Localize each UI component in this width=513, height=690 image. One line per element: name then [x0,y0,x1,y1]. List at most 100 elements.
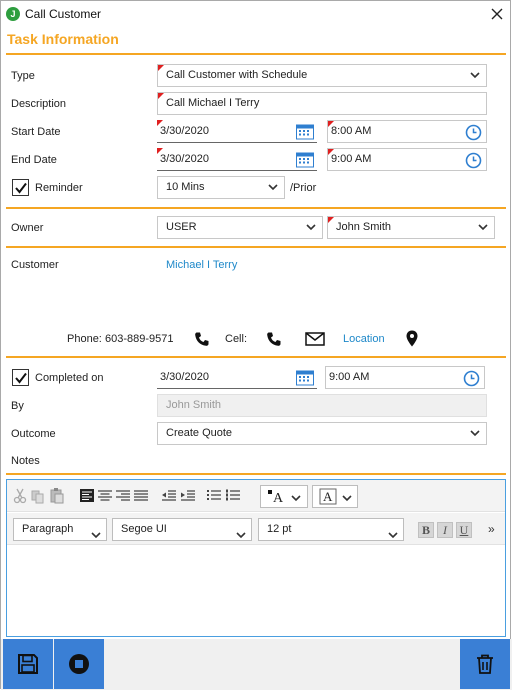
editor-toolbar-row-2: Paragraph Segoe UI 12 pt B I U » [7,513,505,545]
owner-label: Owner [11,222,44,234]
divider [6,473,506,475]
clock-icon[interactable] [465,152,482,172]
chevron-down-icon [469,423,481,444]
chevron-down-icon [91,526,101,547]
cell-label: Cell: [225,333,248,345]
indent-icon[interactable] [180,485,196,507]
by-value: John Smith [166,399,222,411]
cut-icon[interactable] [13,485,27,507]
start-time-input[interactable]: 8:00 AM [327,120,487,143]
italic-button[interactable]: I [437,522,453,538]
owner-type-value: USER [166,221,197,233]
paste-icon[interactable] [50,485,64,507]
customer-name-link[interactable]: Michael I Terry [166,259,237,271]
underline-button[interactable]: U [456,522,472,538]
notes-text-area[interactable] [7,546,505,636]
location-link[interactable]: Location [343,333,385,345]
mail-icon[interactable] [305,332,325,349]
app-logo: J [6,7,20,21]
reminder-checkbox[interactable] [12,179,29,196]
save-button[interactable] [3,639,53,689]
font-color-button[interactable]: A [260,485,308,508]
font-size-value: 12 pt [267,523,292,535]
bullet-list-icon[interactable] [206,485,222,507]
outcome-dropdown[interactable]: Create Quote [157,422,487,445]
paragraph-style-dropdown[interactable]: Paragraph [13,518,107,541]
by-input: John Smith [157,394,487,417]
end-date-label: End Date [11,154,57,166]
end-date-value: 3/30/2020 [160,153,209,165]
phone-icon[interactable] [266,331,282,350]
align-center-icon[interactable] [97,485,113,507]
reminder-suffix: /Prior [290,182,317,194]
calendar-icon[interactable] [296,369,314,389]
start-date-label: Start Date [11,126,61,138]
start-time-value: 8:00 AM [331,125,372,137]
type-value: Call Customer with Schedule [166,69,308,81]
outcome-label: Outcome [11,428,56,440]
owner-type-dropdown[interactable]: USER [157,216,323,239]
stop-button[interactable] [54,639,104,689]
divider [6,53,506,55]
copy-icon[interactable] [31,485,45,507]
notes-label: Notes [11,455,40,467]
font-color-icon: A [267,488,287,509]
chevron-down-icon [388,526,398,547]
more-tools-button[interactable]: » [488,522,495,536]
highlight-color-button[interactable]: A [312,485,358,508]
type-dropdown[interactable]: Call Customer with Schedule [157,64,487,87]
divider [6,246,506,248]
start-date-input[interactable]: 3/30/2020 [157,120,317,143]
chevron-down-icon [305,217,317,238]
calendar-icon[interactable] [296,123,314,143]
justify-icon[interactable] [133,485,149,507]
end-time-input[interactable]: 9:00 AM [327,148,487,171]
svg-text:A: A [323,489,333,504]
completed-time-input[interactable]: 9:00 AM [325,366,485,389]
calendar-icon[interactable] [296,151,314,171]
section-title: Task Information [7,31,119,47]
description-label: Description [11,98,67,110]
checkmark-icon [15,372,27,384]
task-dialog: J Call Customer Task Information Type Ca… [0,0,512,690]
completed-date-value: 3/30/2020 [160,371,209,383]
completed-checkbox[interactable] [12,369,29,386]
chevron-down-icon [477,217,489,238]
outcome-value: Create Quote [166,427,233,439]
start-date-value: 3/30/2020 [160,125,209,137]
phone-icon[interactable] [194,331,210,350]
clock-icon[interactable] [463,370,480,390]
title-bar: J Call Customer [1,1,512,27]
numbered-list-icon[interactable] [225,485,241,507]
phone-value: 603-889-9571 [105,333,174,345]
window-title: Call Customer [25,7,102,21]
align-left-icon[interactable] [79,485,95,507]
clock-icon[interactable] [465,124,482,144]
completed-date-input[interactable]: 3/30/2020 [157,366,317,389]
font-family-value: Segoe UI [121,523,167,535]
bold-button[interactable]: B [418,522,434,538]
chevron-down-icon [342,493,352,505]
description-input[interactable]: Call Michael I Terry [157,92,487,115]
location-pin-icon[interactable] [406,330,418,350]
close-button[interactable] [486,4,508,24]
reminder-dropdown[interactable]: 10 Mins [157,176,285,199]
chevron-down-icon [267,177,279,198]
close-icon [491,8,503,20]
owner-name-dropdown[interactable]: John Smith [327,216,495,239]
delete-button[interactable] [460,639,510,689]
svg-text:A: A [273,491,284,506]
outdent-icon[interactable] [161,485,177,507]
end-date-input[interactable]: 3/30/2020 [157,148,317,171]
highlight-icon: A [319,488,339,509]
divider [6,356,506,358]
notes-editor[interactable]: A A Paragraph Segoe UI 12 pt B I U » [6,479,506,637]
chevron-down-icon [291,493,301,505]
by-label: By [11,400,24,412]
reminder-label: Reminder [35,182,83,194]
font-family-dropdown[interactable]: Segoe UI [112,518,252,541]
font-size-dropdown[interactable]: 12 pt [258,518,404,541]
checkmark-icon [15,182,27,194]
paragraph-style-value: Paragraph [22,523,74,535]
align-right-icon[interactable] [115,485,131,507]
